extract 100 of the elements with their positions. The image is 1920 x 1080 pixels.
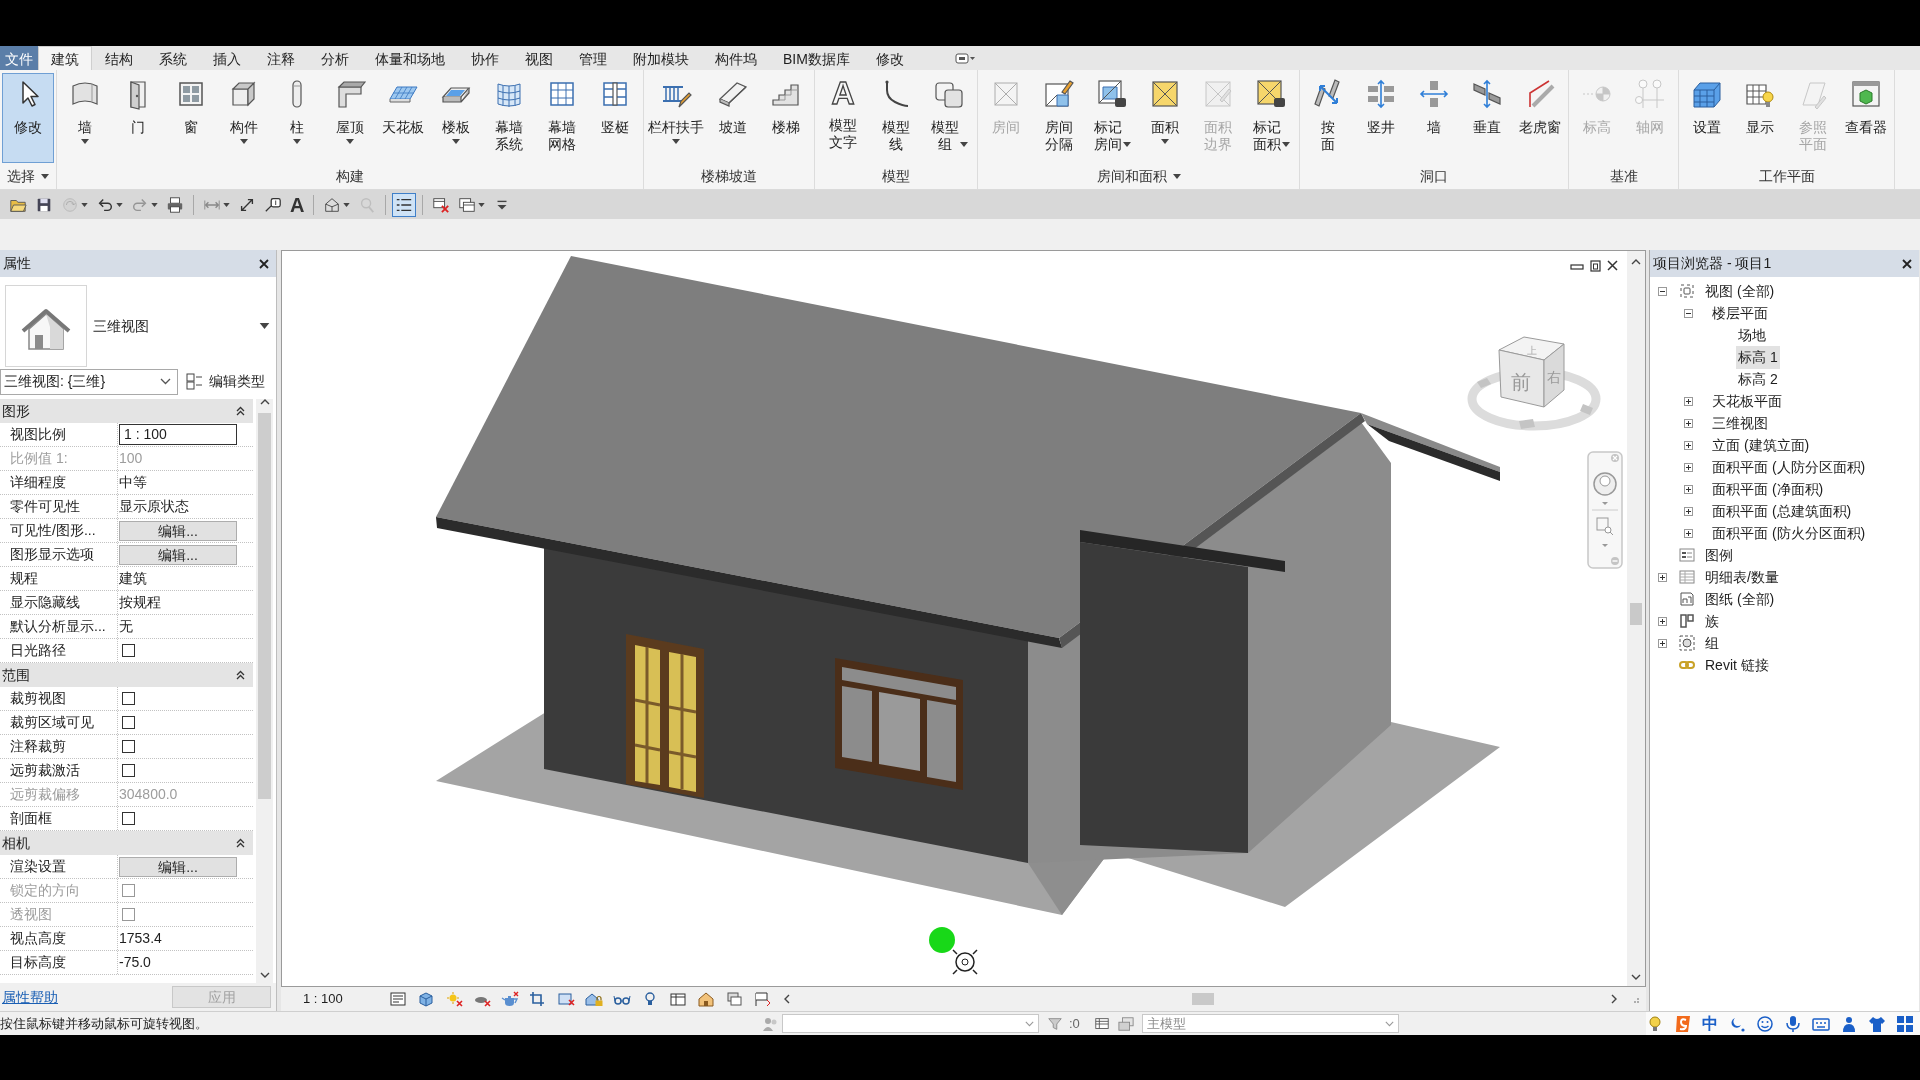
scroll-right-icon[interactable] bbox=[1611, 994, 1618, 1004]
stack-icon[interactable] bbox=[725, 991, 743, 1007]
teapot-icon[interactable] bbox=[501, 991, 519, 1007]
group-header[interactable]: 范围 bbox=[0, 663, 253, 687]
close-icon[interactable] bbox=[259, 258, 269, 269]
expand-icon[interactable] bbox=[1658, 616, 1667, 626]
apps-icon[interactable] bbox=[1896, 1014, 1914, 1033]
layers-icon[interactable] bbox=[1117, 1015, 1134, 1032]
ribbon-button[interactable]: 栏杆扶手 bbox=[646, 73, 706, 163]
ribbon-button[interactable]: 垂直 bbox=[1461, 73, 1513, 163]
cube-icon[interactable] bbox=[417, 991, 435, 1007]
tree-item[interactable]: 三维视图 bbox=[1710, 411, 1770, 435]
shirt-icon[interactable] bbox=[1868, 1014, 1886, 1033]
ribbon-button[interactable]: 按面 bbox=[1302, 73, 1354, 163]
ribbon-button[interactable]: 房间分隔 bbox=[1033, 73, 1085, 163]
table-icon[interactable] bbox=[1093, 1015, 1110, 1032]
ribbon-tab[interactable]: 分析 bbox=[308, 46, 362, 70]
tree-item[interactable]: 族 bbox=[1703, 609, 1721, 633]
ribbon-button[interactable]: 竖井 bbox=[1355, 73, 1407, 163]
collapse-icon[interactable] bbox=[1684, 308, 1693, 318]
ribbon-button[interactable]: 楼梯 bbox=[760, 73, 812, 163]
lightbulb-icon[interactable] bbox=[1646, 1014, 1664, 1033]
expand-icon[interactable] bbox=[1684, 396, 1693, 406]
steering-wheel-icon[interactable] bbox=[1593, 472, 1617, 496]
caret-icon[interactable] bbox=[259, 323, 270, 329]
caret-icon[interactable] bbox=[1172, 174, 1181, 180]
caret-icon[interactable] bbox=[116, 202, 123, 207]
caret-icon[interactable] bbox=[41, 174, 49, 180]
ribbon-button[interactable]: 标记面积 bbox=[1245, 73, 1297, 163]
ribbon-button[interactable]: 柱 bbox=[271, 73, 323, 163]
edit-button[interactable]: 编辑... bbox=[119, 544, 237, 565]
expand-icon[interactable] bbox=[1684, 484, 1693, 494]
edit-button[interactable]: 编辑... bbox=[119, 520, 237, 541]
dropdown-field[interactable] bbox=[782, 1014, 1039, 1033]
tree-item[interactable]: 面积平面 (总建筑面积) bbox=[1710, 499, 1854, 523]
tree-item[interactable]: 图纸 (全部) bbox=[1703, 587, 1777, 611]
smiley-icon[interactable] bbox=[1756, 1014, 1774, 1033]
caret-icon[interactable] bbox=[343, 202, 351, 207]
checkbox[interactable] bbox=[122, 740, 135, 753]
collapse-icon[interactable] bbox=[236, 670, 245, 680]
input-mode-label[interactable]: 中 bbox=[1702, 1014, 1718, 1033]
tree-item[interactable]: 立面 (建筑立面) bbox=[1710, 433, 1812, 457]
zoom-region-icon[interactable] bbox=[1596, 517, 1614, 536]
tree-item[interactable]: 标高 1 bbox=[1736, 345, 1780, 369]
ribbon-button[interactable]: 标记房间 bbox=[1086, 73, 1138, 163]
ribbon-button[interactable]: 楼板 bbox=[430, 73, 482, 163]
tree-item[interactable]: 面积平面 (防火分区面积) bbox=[1710, 521, 1868, 545]
ribbon-tab[interactable]: 构件坞 bbox=[702, 46, 770, 70]
logo-icon[interactable] bbox=[1674, 1013, 1692, 1034]
tree-item[interactable]: 明细表/数量 bbox=[1703, 565, 1781, 589]
ribbon-button[interactable]: 幕墙网格 bbox=[536, 73, 588, 163]
caret-icon[interactable] bbox=[1161, 139, 1169, 144]
checkbox[interactable] bbox=[122, 812, 135, 825]
group-header[interactable]: 图形 bbox=[0, 399, 253, 423]
expand-icon[interactable] bbox=[1684, 462, 1693, 472]
ribbon-button[interactable]: 坡道 bbox=[707, 73, 759, 163]
ribbon-tab[interactable]: 协作 bbox=[458, 46, 512, 70]
scroll-up-icon[interactable] bbox=[1631, 259, 1641, 265]
scrollbar-thumb[interactable] bbox=[1630, 603, 1642, 625]
caret-icon[interactable] bbox=[452, 139, 460, 144]
house-icon[interactable] bbox=[697, 991, 715, 1007]
collapse-icon[interactable] bbox=[236, 406, 245, 416]
checkbox[interactable] bbox=[122, 716, 135, 729]
frame-cross-icon[interactable] bbox=[557, 991, 575, 1007]
expand-icon[interactable] bbox=[1684, 528, 1693, 538]
ribbon-tab[interactable]: 文件 bbox=[0, 46, 38, 70]
toolbar-button[interactable] bbox=[392, 192, 417, 217]
scrollbar-thumb[interactable] bbox=[258, 413, 271, 799]
tree-item[interactable]: 图例 bbox=[1703, 543, 1735, 567]
edit-button[interactable]: 编辑... bbox=[119, 856, 237, 877]
caret-icon[interactable] bbox=[223, 202, 230, 207]
minimize-icon[interactable] bbox=[1570, 264, 1584, 270]
tree-item[interactable]: 视图 (全部) bbox=[1703, 279, 1777, 303]
ribbon-tab[interactable]: 管理 bbox=[566, 46, 620, 70]
checkbox[interactable] bbox=[122, 692, 135, 705]
expand-icon[interactable] bbox=[1684, 418, 1693, 428]
ribbon-button[interactable]: 面积 bbox=[1139, 73, 1191, 163]
ribbon-button[interactable]: 屋顶 bbox=[324, 73, 376, 163]
view-selector[interactable]: 三维视图: {三维} bbox=[0, 368, 178, 395]
crop-icon[interactable] bbox=[529, 991, 547, 1007]
ribbon-button[interactable]: 构件 bbox=[218, 73, 270, 163]
ribbon-button[interactable]: 查看器 bbox=[1840, 73, 1892, 163]
ribbon-tab[interactable]: 修改 bbox=[862, 46, 917, 70]
tree-item[interactable]: 组 bbox=[1703, 631, 1721, 655]
ribbon-tab[interactable]: 建筑 bbox=[38, 46, 92, 70]
text-field[interactable]: 1 : 100 bbox=[119, 424, 237, 445]
group-header[interactable]: 相机 bbox=[0, 831, 253, 855]
caret-icon[interactable] bbox=[81, 139, 89, 144]
checkbox[interactable] bbox=[122, 644, 135, 657]
ribbon-tab[interactable]: BIM数据库 bbox=[770, 46, 863, 70]
house-lock-icon[interactable] bbox=[585, 991, 603, 1007]
view-scale[interactable]: 1 : 100 bbox=[303, 989, 363, 1009]
ribbon-button[interactable]: 模型线 bbox=[870, 73, 922, 163]
ribbon-button[interactable]: 幕墙系统 bbox=[483, 73, 535, 163]
expand-icon[interactable] bbox=[1658, 638, 1667, 648]
ribbon-tab[interactable]: 注释 bbox=[254, 46, 308, 70]
caret-icon[interactable] bbox=[1281, 142, 1290, 147]
caret-icon[interactable] bbox=[672, 139, 680, 144]
close-icon[interactable] bbox=[1607, 260, 1618, 271]
checkbox[interactable] bbox=[122, 764, 135, 777]
